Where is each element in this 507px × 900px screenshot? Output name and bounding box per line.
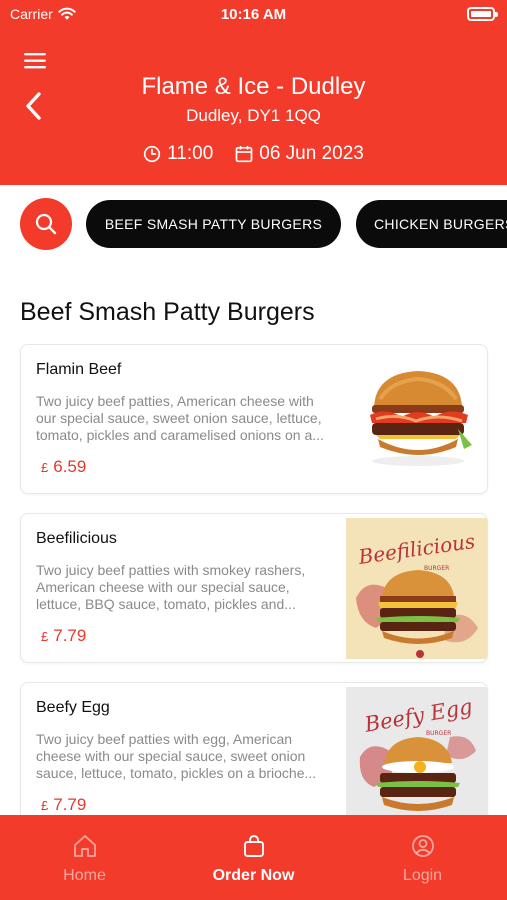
- menu-item-image: Beefilicious BURGER: [346, 518, 487, 659]
- burger-image: Beefy Egg BURGER: [346, 687, 487, 828]
- status-time: 10:16 AM: [220, 6, 287, 23]
- currency-symbol: £: [41, 629, 49, 644]
- order-date-value: 06 Jun 2023: [259, 143, 364, 164]
- status-bar: Carrier 10:16 AM: [0, 0, 507, 30]
- order-info-row: 11:00 06 Jun 2023: [0, 143, 507, 165]
- section-title: Beef Smash Patty Burgers: [20, 298, 315, 326]
- menu-item-name: Flamin Beef: [36, 361, 122, 378]
- brand-sub-text: BURGER: [426, 730, 451, 737]
- price-value: 7.79: [53, 626, 87, 645]
- calendar-icon: [235, 146, 253, 163]
- menu-item-description: Two juicy beef patties with egg, America…: [36, 731, 317, 781]
- shopping-bag-icon: [243, 835, 264, 857]
- order-date[interactable]: 06 Jun 2023: [235, 143, 364, 165]
- menu-item-name: Beefy Egg: [36, 699, 110, 716]
- menu-item-description: Two juicy beef patties, American cheese …: [36, 393, 324, 443]
- menu-item-card[interactable]: Flamin Beef Two juicy beef patties, Amer…: [20, 344, 488, 494]
- nav-login[interactable]: Login: [338, 815, 507, 900]
- burger-image: Beefilicious BURGER: [346, 518, 487, 659]
- nav-home-label: Home: [63, 867, 106, 884]
- restaurant-name: Flame & Ice - Dudley: [141, 73, 366, 100]
- currency-symbol: £: [41, 798, 49, 813]
- menu-item-price: £ 7.79: [41, 626, 86, 646]
- category-bar: BEEF SMASH PATTY BURGERS CHICKEN BURGERS: [0, 185, 507, 263]
- currency-symbol: £: [41, 460, 49, 475]
- menu-item-price: £ 6.59: [41, 457, 86, 477]
- brand-sub-text: BURGER: [424, 565, 449, 572]
- menu-item-card[interactable]: Beefilicious Two juicy beef patties with…: [20, 513, 488, 663]
- search-button[interactable]: [20, 198, 72, 250]
- header: Carrier 10:16 AM Flame & Ice - Dudley Du…: [0, 0, 507, 185]
- menu-item-price: £ 7.79: [41, 795, 86, 815]
- order-time[interactable]: 11:00: [143, 143, 213, 165]
- user-circle-icon: [411, 835, 434, 857]
- price-value: 7.79: [53, 795, 87, 814]
- bottom-navigation: Home Order Now Login: [0, 815, 507, 900]
- restaurant-address: Dudley, DY1 1QQ: [186, 106, 321, 125]
- search-icon: [35, 213, 57, 235]
- nav-login-label: Login: [402, 867, 443, 884]
- order-time-value: 11:00: [167, 143, 214, 164]
- clock-icon: [143, 145, 161, 163]
- menu-item-image: Beefy Egg BURGER: [346, 687, 487, 828]
- price-value: 6.59: [53, 457, 87, 476]
- hamburger-menu-icon[interactable]: [22, 50, 50, 72]
- nav-order-now-label: Order Now: [212, 867, 295, 884]
- nav-home[interactable]: Home: [0, 815, 169, 900]
- category-pill-chicken-burgers[interactable]: CHICKEN BURGERS: [356, 200, 507, 248]
- category-pill-beef-smash[interactable]: BEEF SMASH PATTY BURGERS: [86, 200, 341, 248]
- menu-item-image: [346, 349, 487, 490]
- menu-item-description: Two juicy beef patties with smokey rashe…: [36, 562, 306, 612]
- menu-item-name: Beefilicious: [36, 530, 117, 547]
- battery-icon: [467, 7, 498, 21]
- menu-item-card[interactable]: Beefy Egg Two juicy beef patties with eg…: [20, 682, 488, 832]
- home-icon: [73, 835, 96, 857]
- nav-order-now[interactable]: Order Now: [169, 815, 338, 900]
- burger-image: [346, 349, 487, 490]
